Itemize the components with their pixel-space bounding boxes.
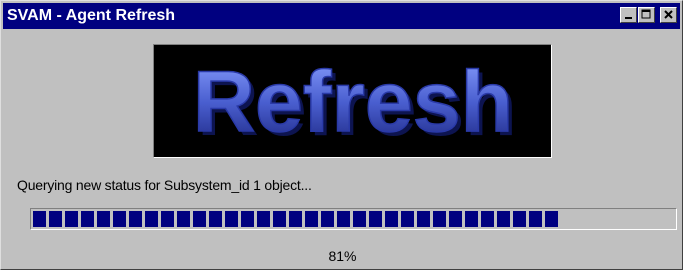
maximize-icon [641,9,651,19]
refresh-logo-image: Refresh Refresh [192,53,517,154]
refresh-logo: Refresh Refresh [153,44,552,158]
agent-refresh-window: SVAM - Agent Refresh Refresh Refresh Que… [0,0,683,270]
progress-fill [33,211,558,227]
minimize-button[interactable] [620,7,637,23]
status-message: Querying new status for Subsystem_id 1 o… [17,177,312,193]
progress-percent-label: 81% [328,248,357,264]
window-title: SVAM - Agent Refresh [7,7,176,24]
title-bar[interactable]: SVAM - Agent Refresh [3,3,680,29]
close-button[interactable] [660,7,677,23]
logo-text: Refresh [193,54,513,150]
maximize-button[interactable] [638,7,655,23]
close-icon [664,10,673,19]
progress-bar [30,208,677,230]
minimize-icon [625,17,632,19]
